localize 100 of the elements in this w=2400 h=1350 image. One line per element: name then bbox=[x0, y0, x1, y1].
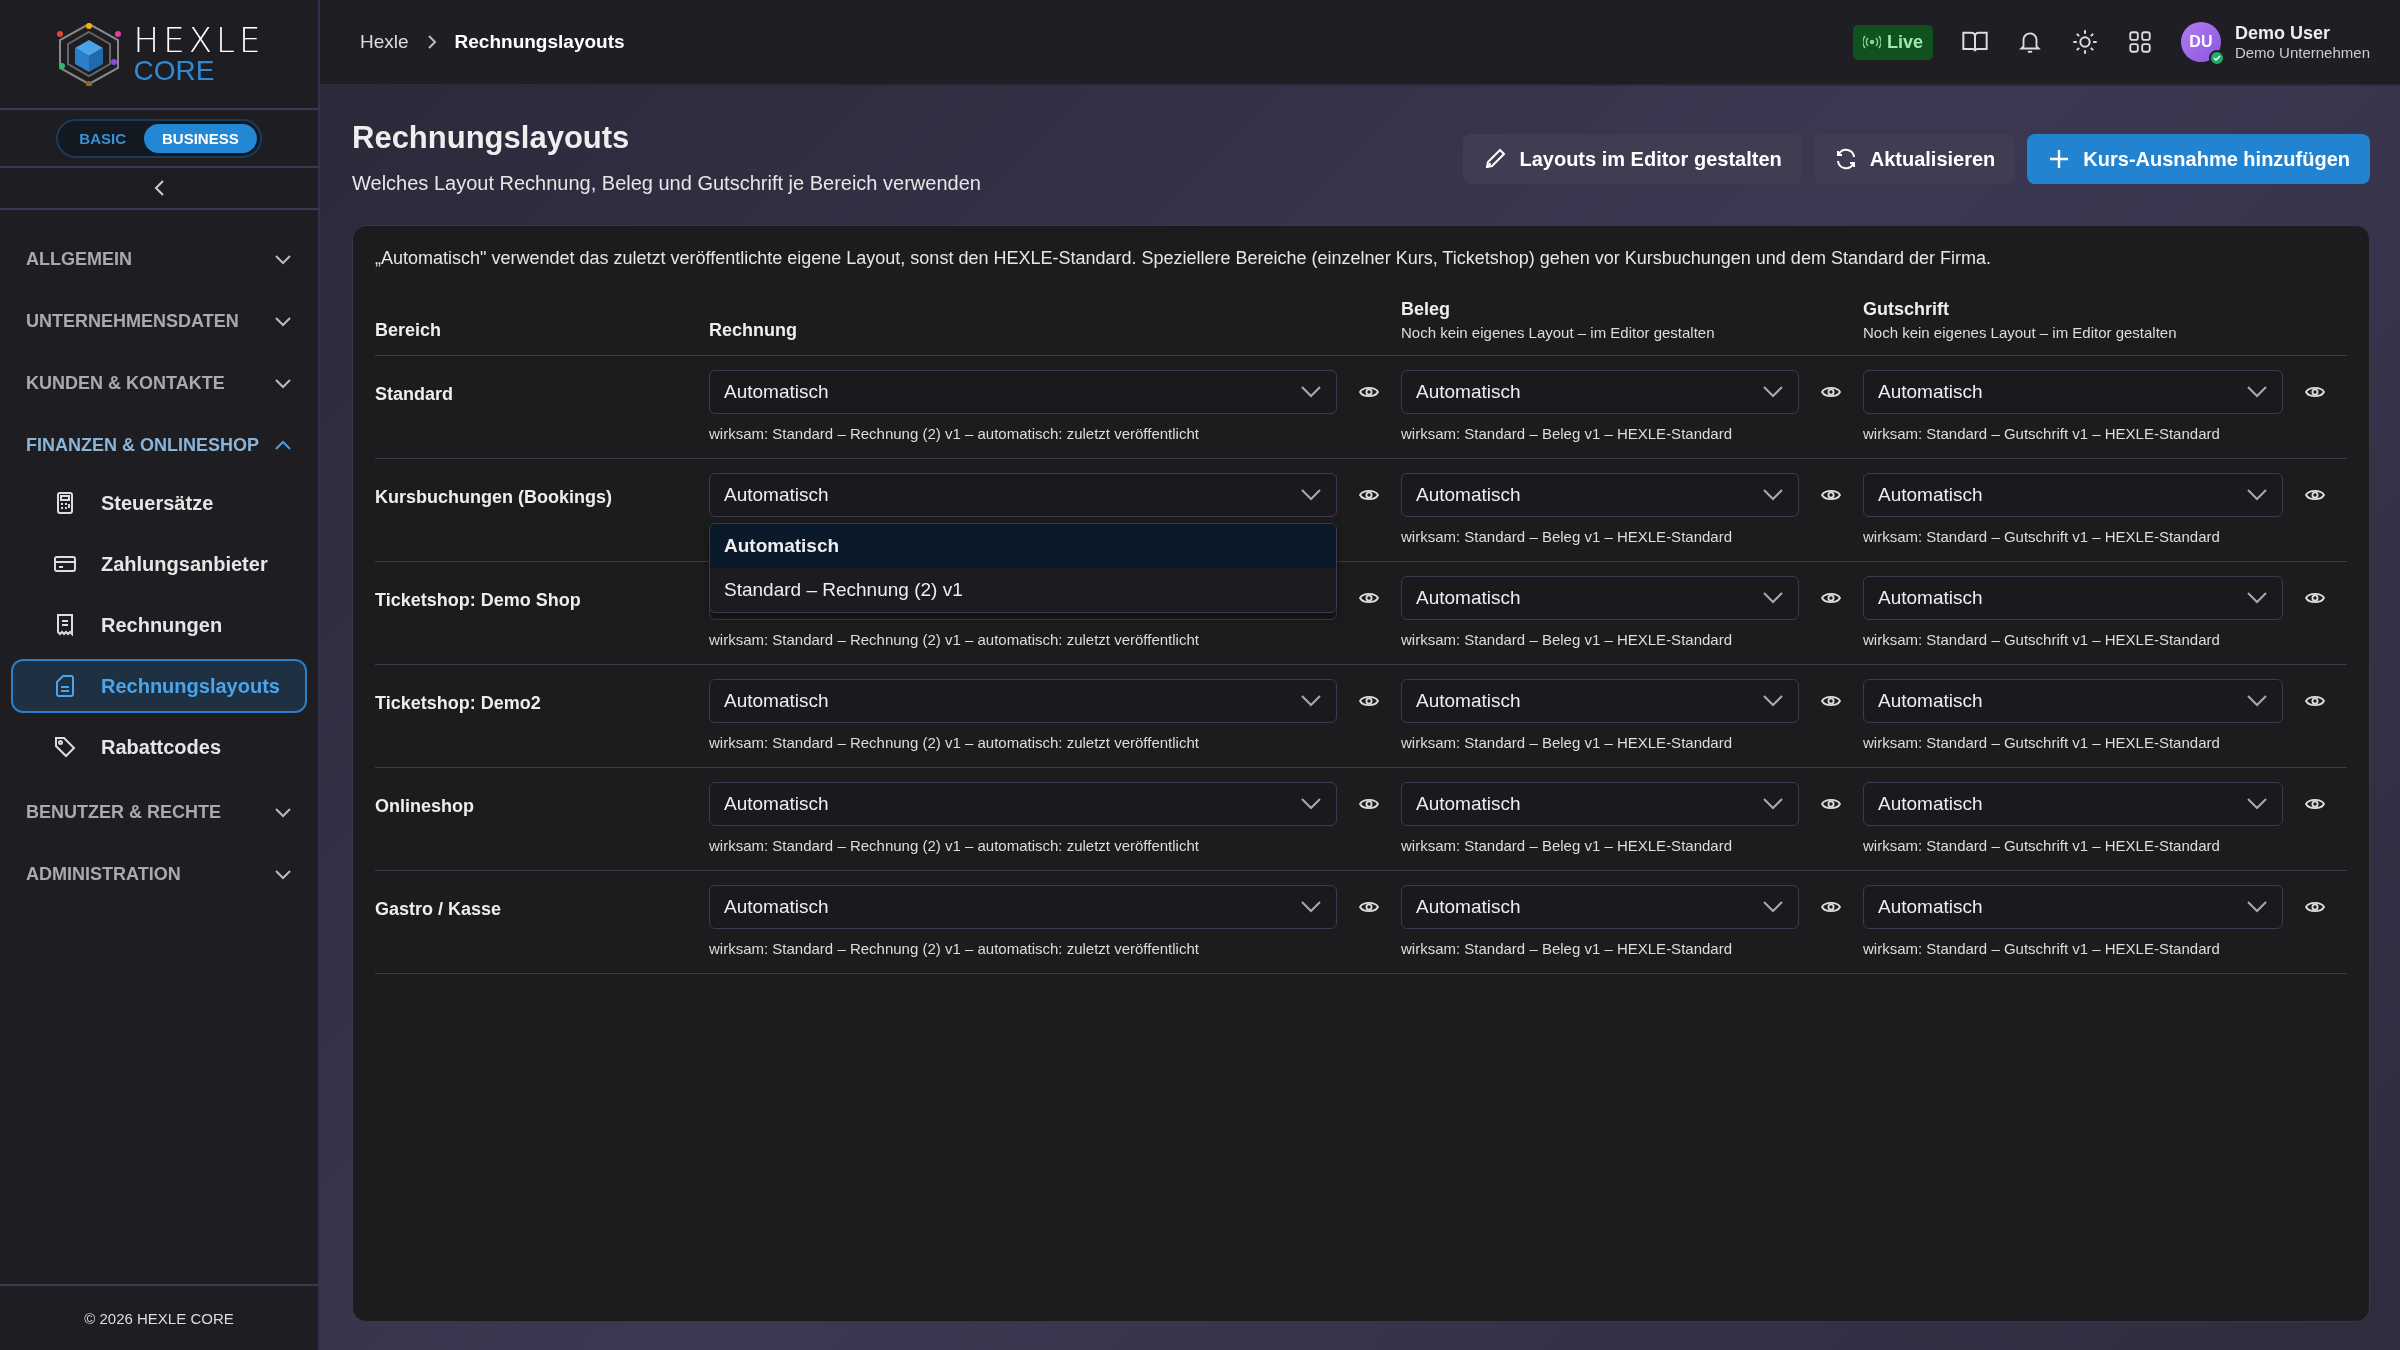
nav-item[interactable]: Rechnungen bbox=[11, 598, 307, 652]
live-badge[interactable]: Live bbox=[1852, 24, 1933, 60]
add-button[interactable]: Kurs-Ausnahme hinzufügen bbox=[2027, 134, 2370, 184]
nav-section[interactable]: BENUTZER & RECHTE bbox=[0, 781, 318, 843]
preview-icon[interactable] bbox=[2305, 694, 2325, 708]
preview-icon[interactable] bbox=[1821, 694, 1841, 708]
caret-icon bbox=[1762, 385, 1784, 399]
caret-icon bbox=[1300, 694, 1322, 708]
logo-subtitle: CORE bbox=[133, 57, 216, 85]
preview-icon[interactable] bbox=[1359, 591, 1379, 605]
effective-layout: wirksam: Standard – Rechnung (2) v1 – automatisch: zuletzt veröffentlicht bbox=[709, 631, 1200, 648]
effective-layout: wirksam: Standard – Rechnung (2) v1 – automatisch: zuletzt veröffentlicht bbox=[709, 940, 1200, 957]
layout-select[interactable]: Automatisch bbox=[1401, 679, 1799, 723]
effective-layout: wirksam: Standard – Beleg v1 – HEXLE-Standard bbox=[1401, 425, 1733, 442]
layout-select[interactable]: Automatisch bbox=[1863, 370, 2283, 414]
effective-layout: wirksam: Standard – Beleg v1 – HEXLE-Standard bbox=[1401, 528, 1733, 545]
refresh-button[interactable]: Aktualisieren bbox=[1813, 134, 2016, 184]
nav-section[interactable]: ADMINISTRATION bbox=[0, 843, 318, 905]
layout-select[interactable]: Automatisch bbox=[709, 370, 1337, 414]
area-label: Ticketshop: Demo2 bbox=[375, 693, 541, 713]
user-avatar[interactable]: DU bbox=[2180, 22, 2221, 62]
caret-icon bbox=[2246, 385, 2268, 399]
preview-icon[interactable] bbox=[1821, 797, 1841, 811]
nav-section[interactable]: FINANZEN & ONLINESHOP bbox=[0, 414, 318, 476]
caret-icon bbox=[1300, 900, 1322, 914]
preview-icon[interactable] bbox=[1359, 694, 1379, 708]
caret-icon bbox=[1762, 591, 1784, 605]
nav-item[interactable]: Rabattcodes bbox=[11, 720, 307, 774]
column-header: Gutschrift bbox=[1863, 299, 1950, 320]
sun-icon[interactable] bbox=[2070, 28, 2099, 56]
layout-select[interactable]: Automatisch bbox=[709, 885, 1337, 929]
layout-select[interactable]: Automatisch bbox=[709, 782, 1337, 826]
collapse-icon[interactable] bbox=[153, 179, 165, 197]
area-label: Kursbuchungen (Bookings) bbox=[375, 487, 612, 507]
dropdown-option[interactable]: Standard – Rechnung (2) v1 bbox=[710, 568, 1336, 612]
layout-select[interactable]: Automatisch bbox=[1401, 782, 1799, 826]
chevron-icon bbox=[274, 315, 292, 327]
effective-layout: wirksam: Standard – Rechnung (2) v1 – automatisch: zuletzt veröffentlicht bbox=[709, 425, 1200, 442]
dropdown-option[interactable]: Automatisch bbox=[710, 524, 1336, 568]
apps-icon[interactable] bbox=[2126, 29, 2153, 55]
caret-icon bbox=[1300, 385, 1322, 399]
nav-section[interactable]: UNTERNEHMENSDATEN bbox=[0, 290, 318, 352]
preview-icon[interactable] bbox=[2305, 385, 2325, 399]
chevron-icon bbox=[274, 806, 292, 818]
user-name: Demo User bbox=[2234, 23, 2331, 44]
preview-icon[interactable] bbox=[2305, 591, 2325, 605]
preview-icon[interactable] bbox=[1359, 797, 1379, 811]
column-note: Noch kein eigenes Layout – im Editor gestalten bbox=[1863, 324, 2178, 341]
preview-icon[interactable] bbox=[2305, 797, 2325, 811]
layout-select[interactable]: Automatisch bbox=[1863, 679, 2283, 723]
effective-layout: wirksam: Standard – Beleg v1 – HEXLE-Standard bbox=[1401, 631, 1733, 648]
page-title: Rechnungslayouts bbox=[352, 120, 631, 156]
tag-icon bbox=[53, 735, 77, 759]
nav-section[interactable]: KUNDEN & KONTAKTE bbox=[0, 352, 318, 414]
preview-icon[interactable] bbox=[1821, 591, 1841, 605]
company-name: Demo Unternehmen bbox=[2234, 44, 2370, 61]
column-header: Rechnung bbox=[709, 320, 798, 341]
area-label: Ticketshop: Demo Shop bbox=[375, 590, 581, 610]
layout-select[interactable]: Automatisch bbox=[709, 679, 1337, 723]
plan-option[interactable]: BUSINESS bbox=[144, 123, 257, 153]
preview-icon[interactable] bbox=[2305, 488, 2325, 502]
preview-icon[interactable] bbox=[2305, 900, 2325, 914]
effective-layout: wirksam: Standard – Beleg v1 – HEXLE-Standard bbox=[1401, 734, 1733, 751]
layout-select[interactable]: Automatisch bbox=[1863, 885, 2283, 929]
preview-icon[interactable] bbox=[1359, 900, 1379, 914]
preview-icon[interactable] bbox=[1821, 385, 1841, 399]
layout-select[interactable]: Automatisch bbox=[1863, 473, 2283, 517]
nav-item[interactable]: Rechnungslayouts bbox=[11, 659, 307, 713]
layout-select[interactable]: Automatisch bbox=[1401, 370, 1799, 414]
layout-select[interactable]: Automatisch bbox=[1401, 885, 1799, 929]
preview-icon[interactable] bbox=[1821, 488, 1841, 502]
preview-icon[interactable] bbox=[1359, 488, 1379, 502]
editor-button[interactable]: Layouts im Editor gestalten bbox=[1463, 134, 1802, 184]
chevron-icon bbox=[274, 253, 292, 265]
layout-select[interactable]: Automatisch bbox=[1863, 576, 2283, 620]
layout-select[interactable]: Automatisch bbox=[1863, 782, 2283, 826]
chevron-icon bbox=[426, 34, 437, 50]
preview-icon[interactable] bbox=[1359, 385, 1379, 399]
layout-select[interactable]: Automatisch bbox=[1401, 473, 1799, 517]
effective-layout: wirksam: Standard – Gutschrift v1 – HEXLE-Standard bbox=[1863, 734, 2221, 751]
plan-option[interactable]: BASIC bbox=[61, 123, 144, 153]
column-header: Beleg bbox=[1401, 299, 1452, 320]
layout-select[interactable]: Automatisch bbox=[709, 473, 1337, 517]
column-note: Noch kein eigenes Layout – im Editor gestalten bbox=[1401, 324, 1716, 341]
column-header: Bereich bbox=[375, 320, 443, 341]
breadcrumb-item[interactable]: Hexle bbox=[360, 31, 409, 53]
preview-icon[interactable] bbox=[1821, 900, 1841, 914]
effective-layout: wirksam: Standard – Rechnung (2) v1 – automatisch: zuletzt veröffentlicht bbox=[709, 734, 1200, 751]
nav-item[interactable]: Zahlungsanbieter bbox=[11, 537, 307, 591]
caret-icon bbox=[1762, 900, 1784, 914]
caret-icon bbox=[1300, 488, 1322, 502]
page-subtitle: Welches Layout Rechnung, Beleg und Gutschrift je Bereich verwenden bbox=[352, 172, 981, 195]
copyright: © 2026 HEXLE CORE bbox=[84, 1309, 234, 1327]
caret-icon bbox=[2246, 900, 2268, 914]
nav-item[interactable]: Steuersätze bbox=[11, 476, 307, 530]
effective-layout: wirksam: Standard – Beleg v1 – HEXLE-Standard bbox=[1401, 940, 1733, 957]
nav-section[interactable]: ALLGEMEIN bbox=[0, 228, 318, 290]
logo-wordmark: HEXLE bbox=[133, 23, 265, 57]
chevron-icon bbox=[274, 868, 292, 880]
layout-select[interactable]: Automatisch bbox=[1401, 576, 1799, 620]
